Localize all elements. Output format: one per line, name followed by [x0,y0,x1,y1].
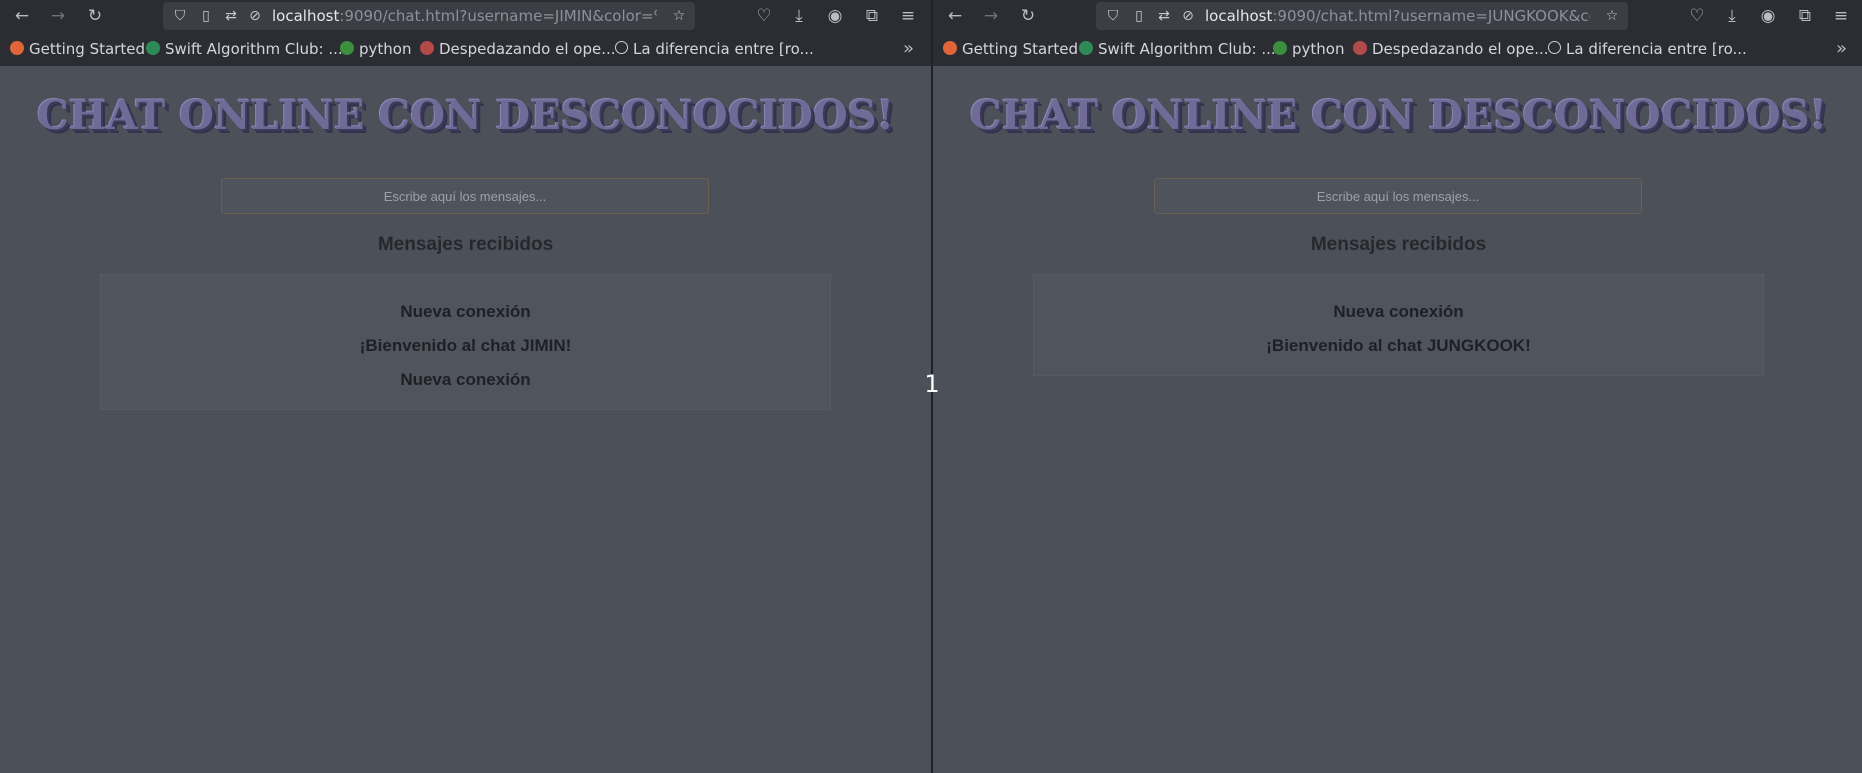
reload-icon[interactable]: ↻ [83,4,107,28]
browser-window-jungkook: ← → ↻ ⛉ ▯ ⇄ ⊘ localhost:9090/chat.html?u… [933,0,1862,773]
message-item: Nueva conexión [400,370,531,389]
url-bar[interactable]: ⛉ ▯ ⇄ ⊘ localhost:9090/chat.html?usernam… [1096,2,1628,30]
site-icon [146,40,160,55]
globe-icon [615,41,628,54]
bookmarks-bar: Getting Started Swift Algorithm Club: ..… [0,32,931,66]
toolbar: ← → ↻ ⛉ ▯ ⇄ ⊘ localhost:9090/chat.html?u… [0,0,931,32]
messages-list: Nueva conexión ¡Bienvenido al chat JIMIN… [100,274,831,410]
firefox-icon [10,40,24,55]
menu-icon[interactable]: ≡ [1829,4,1853,28]
firefox-icon [943,40,957,55]
received-messages-heading: Mensajes recibidos [377,234,554,255]
workspace-number: 1 [924,370,940,398]
url-text[interactable]: localhost:9090/chat.html?username=JUNGKO… [1205,2,1590,30]
bookmark-getting-started[interactable]: Getting Started [943,32,1078,66]
account-icon[interactable]: ◉ [823,4,847,28]
bookmark-swift-algorithm[interactable]: Swift Algorithm Club: ... [146,32,343,66]
extensions-icon[interactable]: ⧉ [860,4,884,28]
received-messages-heading: Mensajes recibidos [1310,234,1487,255]
site-icon [1353,40,1367,55]
page-title: CHAT ONLINE CON DESCONOCIDOS! [969,92,1828,139]
browser-window-jimin: ← → ↻ ⛉ ▯ ⇄ ⊘ localhost:9090/chat.html?u… [0,0,931,773]
bookmark-star-icon[interactable]: ☆ [668,4,690,28]
bookmark-despedazando[interactable]: Despedazando el ope... [420,32,616,66]
more-bookmarks-icon[interactable]: » [1836,32,1847,66]
chat-page: CHAT ONLINE CON DESCONOCIDOS! Mensajes r… [933,66,1862,773]
bookmark-star-icon[interactable]: ☆ [1601,4,1623,28]
messages-list: Nueva conexión ¡Bienvenido al chat JUNGK… [1033,274,1764,376]
message-item: Nueva conexión [1333,302,1464,321]
tracking-protection-icon[interactable]: ⊘ [244,4,266,28]
bookmark-la-diferencia[interactable]: La diferencia entre [ro... [615,32,814,66]
permissions-icon[interactable]: ⇄ [220,4,242,28]
bookmark-swift-algorithm[interactable]: Swift Algorithm Club: ... [1079,32,1276,66]
bookmarks-bar: Getting Started Swift Algorithm Club: ..… [933,32,1862,66]
extensions-icon[interactable]: ⧉ [1793,4,1817,28]
forward-icon[interactable]: → [979,4,1003,28]
pocket-icon[interactable]: ♡ [1685,4,1709,28]
page-icon[interactable]: ▯ [195,4,217,28]
chat-page: CHAT ONLINE CON DESCONOCIDOS! Mensajes r… [0,66,931,773]
message-input[interactable] [1154,178,1642,214]
tracking-protection-icon[interactable]: ⊘ [1177,4,1199,28]
url-text[interactable]: localhost:9090/chat.html?username=JIMIN&… [272,2,657,30]
toolbar: ← → ↻ ⛉ ▯ ⇄ ⊘ localhost:9090/chat.html?u… [933,0,1862,32]
message-item: Nueva conexión [400,302,531,321]
page-icon[interactable]: ▯ [1128,4,1150,28]
bookmark-python[interactable]: python [1273,32,1344,66]
globe-icon [1548,41,1561,54]
site-icon [340,40,354,55]
message-item: ¡Bienvenido al chat JUNGKOOK! [1266,336,1531,355]
pocket-icon[interactable]: ♡ [752,4,776,28]
shield-icon[interactable]: ⛉ [1102,4,1124,28]
site-icon [1273,40,1287,55]
bookmark-python[interactable]: python [340,32,411,66]
downloads-icon[interactable]: ⤓ [787,4,811,28]
forward-icon[interactable]: → [46,4,70,28]
shield-icon[interactable]: ⛉ [169,4,191,28]
menu-icon[interactable]: ≡ [896,4,920,28]
reload-icon[interactable]: ↻ [1016,4,1040,28]
site-icon [1079,40,1093,55]
bookmark-despedazando[interactable]: Despedazando el ope... [1353,32,1549,66]
message-input[interactable] [221,178,709,214]
more-bookmarks-icon[interactable]: » [903,32,914,66]
back-icon[interactable]: ← [10,4,34,28]
account-icon[interactable]: ◉ [1756,4,1780,28]
page-title: CHAT ONLINE CON DESCONOCIDOS! [36,92,895,139]
url-bar[interactable]: ⛉ ▯ ⇄ ⊘ localhost:9090/chat.html?usernam… [163,2,695,30]
downloads-icon[interactable]: ⤓ [1720,4,1744,28]
site-icon [420,40,434,55]
message-item: ¡Bienvenido al chat JIMIN! [359,336,572,355]
permissions-icon[interactable]: ⇄ [1153,4,1175,28]
bookmark-getting-started[interactable]: Getting Started [10,32,145,66]
bookmark-la-diferencia[interactable]: La diferencia entre [ro... [1548,32,1747,66]
back-icon[interactable]: ← [943,4,967,28]
